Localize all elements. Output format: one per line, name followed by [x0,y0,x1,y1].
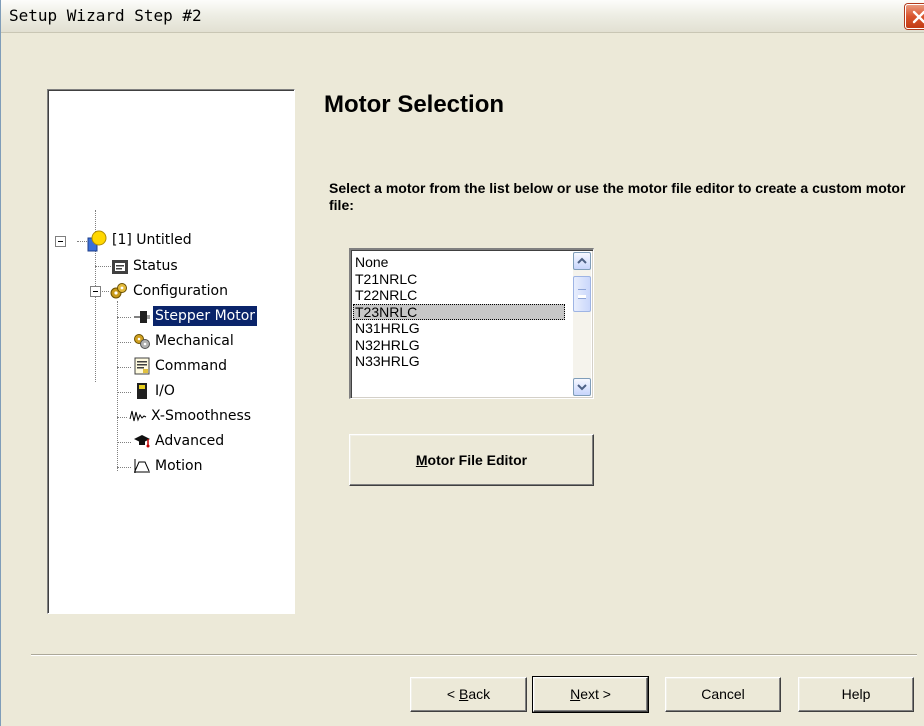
tree-label-motion: Motion [155,458,203,474]
tree-label-configuration: Configuration [133,283,228,299]
gears-icon [110,283,127,299]
tree-connector [117,317,131,318]
cancel-button[interactable]: Cancel [665,677,781,712]
motor-list-items: None T21NRLC T22NRLC T23NRLC N31HRLG N32… [353,254,565,370]
motor-icon [134,311,150,323]
list-scrollbar[interactable] [573,252,591,396]
scroll-down-button[interactable] [573,378,591,396]
tree-connector [117,342,131,343]
tree-connector [117,301,118,471]
back-button[interactable]: < Back [410,677,527,712]
tree-label-io: I/O [155,383,175,399]
title-bar[interactable]: Setup Wizard Step #2 [1,0,924,33]
motor-list-item[interactable]: N31HRLG [353,320,565,337]
scroll-up-button[interactable] [573,252,591,270]
motor-list-item[interactable]: None [353,254,565,271]
motor-list-item[interactable]: T21NRLC [353,271,565,288]
setup-wizard-window: Setup Wizard Step #2 [1] Untitled Status… [0,0,924,726]
next-label: ext > [580,686,611,702]
window-title: Setup Wizard Step #2 [9,6,202,25]
command-icon [134,357,150,375]
collapse-configuration-toggle[interactable] [90,286,101,297]
motion-icon [134,459,150,473]
motor-list-item[interactable]: N32HRLG [353,337,565,354]
advanced-icon [134,435,150,448]
motor-listbox[interactable]: None T21NRLC T22NRLC T23NRLC N31HRLG N32… [349,248,594,399]
help-button[interactable]: Help [798,677,914,712]
back-prefix: < [446,686,459,702]
close-button[interactable] [905,4,924,29]
tree-label-mechanical: Mechanical [155,333,234,349]
smoothness-icon [129,410,147,422]
button-label: otor File Editor [427,452,528,468]
io-icon [137,383,147,399]
next-button[interactable]: Next > [532,676,649,713]
footer-separator [31,654,917,656]
close-icon [912,10,924,24]
motor-list-item-selected[interactable]: T23NRLC [353,303,565,320]
tree-connector [95,266,111,267]
back-mnemonic: B [458,686,469,702]
motor-list-item[interactable]: T22NRLC [353,287,565,304]
next-mnemonic: N [570,686,581,702]
mnemonic-letter: M [415,452,428,468]
tree-label-status: Status [133,258,178,274]
chevron-down-icon [577,384,587,391]
tree-connector [117,417,127,418]
status-icon [112,260,128,274]
tree-label-advanced: Advanced [155,433,225,449]
chevron-up-icon [577,257,587,264]
tree-label-untitled: [1] Untitled [112,232,192,248]
tree-connector [117,442,131,443]
instructions-text: Select a motor from the list below or us… [329,180,906,213]
motor-list-item[interactable]: N33HRLG [353,353,565,370]
tree-label-x-smoothness: X-Smoothness [151,408,252,424]
motor-file-editor-button[interactable]: Motor File Editor [349,434,594,486]
tree-label-command: Command [155,358,227,374]
tree-label-stepper-motor: Stepper Motor [151,305,259,327]
collapse-root-toggle[interactable] [55,236,66,247]
back-label: ack [468,686,491,702]
scroll-thumb[interactable] [573,276,591,312]
tree-connector [117,367,131,368]
project-icon [87,230,107,252]
page-title: Motor Selection [324,91,505,118]
tree-connector [117,467,131,468]
mechanical-icon [134,334,150,349]
wizard-steps-tree[interactable]: [1] Untitled Status Configuration Steppe… [47,89,295,614]
tree-connector [117,392,131,393]
